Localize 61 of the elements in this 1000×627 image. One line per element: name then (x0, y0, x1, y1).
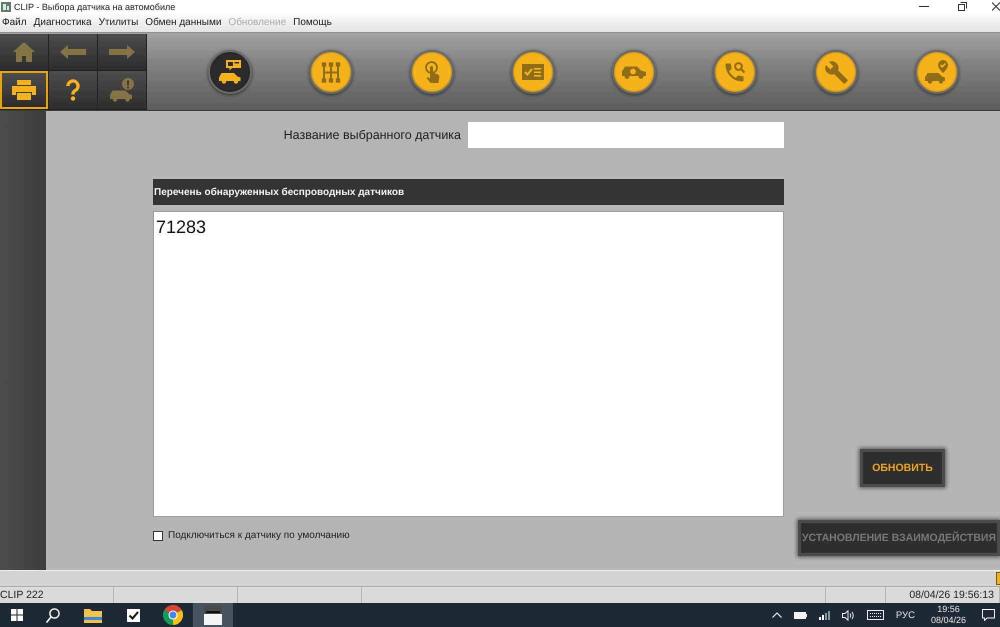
minimize-icon (918, 6, 928, 7)
help-icon (66, 79, 80, 101)
sensor-name-label: Название выбранного датчика (284, 128, 461, 142)
restore-icon (958, 2, 967, 11)
notification-icon[interactable] (982, 609, 995, 621)
sensor-list[interactable]: 71283 (153, 211, 784, 517)
checkbox-label: Подключиться к датчику по умолчанию (168, 530, 350, 541)
wrench-button[interactable] (814, 50, 858, 94)
vehicle-message-button[interactable] (208, 50, 252, 94)
checklist-button[interactable] (511, 50, 555, 94)
menu-item[interactable]: Файл (1, 17, 28, 28)
status-datetime: 08/04/26 19:56:13 (909, 589, 994, 601)
home-icon (13, 42, 35, 62)
indicator-icon (996, 572, 1000, 585)
checkbox-icon[interactable] (126, 608, 140, 622)
keyboard-icon[interactable] (866, 610, 884, 620)
help-button[interactable] (49, 71, 97, 109)
print-button[interactable] (0, 71, 48, 109)
menu-item[interactable]: Помощь (292, 17, 333, 28)
car-alert-icon (109, 78, 135, 102)
window-title: CLIP - Выбора датчика на автомобиле (14, 0, 176, 12)
sensor-list-item[interactable]: 71283 (155, 216, 208, 238)
refresh-button[interactable]: ОБНОВИТЬ (860, 449, 945, 487)
status-text: CLIP 222 (0, 589, 44, 601)
vehicle-search-button[interactable] (612, 50, 656, 94)
battery-icon[interactable] (794, 612, 807, 618)
back-arrow-icon (60, 45, 86, 59)
checklist-icon (522, 64, 544, 80)
sensor-name-field[interactable] (468, 122, 784, 148)
taskbar-button[interactable] (193, 603, 233, 627)
signal-icon[interactable] (818, 610, 830, 620)
app-logo-icon (1, 2, 11, 12)
vehicle-check-button[interactable] (915, 50, 959, 94)
folder-icon[interactable] (84, 608, 102, 622)
taskbar-time[interactable]: 19:56 (937, 604, 960, 615)
browser-icon[interactable] (163, 605, 183, 625)
language-indicator[interactable]: РУС (896, 610, 915, 620)
forward-arrow-icon (109, 45, 135, 59)
gearshift-icon (321, 62, 341, 82)
search-icon[interactable] (46, 608, 60, 622)
touch-hand-icon (424, 61, 440, 83)
gearshift-button[interactable] (309, 50, 353, 94)
wrench-icon (824, 60, 848, 84)
menu-item[interactable]: Утилиты (98, 17, 140, 28)
menu-item[interactable]: Диагностика (32, 17, 93, 28)
start-icon[interactable] (10, 609, 22, 621)
touch-button[interactable] (410, 50, 454, 94)
menu-item[interactable]: Обмен данными (144, 17, 222, 28)
car-speech-bubble-icon (218, 60, 242, 84)
chevron-up-icon[interactable] (772, 612, 782, 618)
car-checkmark-pin-icon (925, 60, 949, 84)
app-icon[interactable] (204, 605, 222, 625)
phone-search-button[interactable] (713, 50, 757, 94)
list-header: Перечень обнаруженных беспроводных датчиков (153, 179, 784, 205)
printer-icon (12, 80, 36, 100)
taskbar-date[interactable]: 08/04/26 (930, 615, 966, 626)
volume-icon[interactable] (842, 610, 855, 620)
close-icon (992, 2, 1000, 11)
car-magnifier-icon (622, 66, 646, 78)
checkbox[interactable] (153, 530, 163, 540)
phone-magnifier-icon (725, 62, 745, 82)
